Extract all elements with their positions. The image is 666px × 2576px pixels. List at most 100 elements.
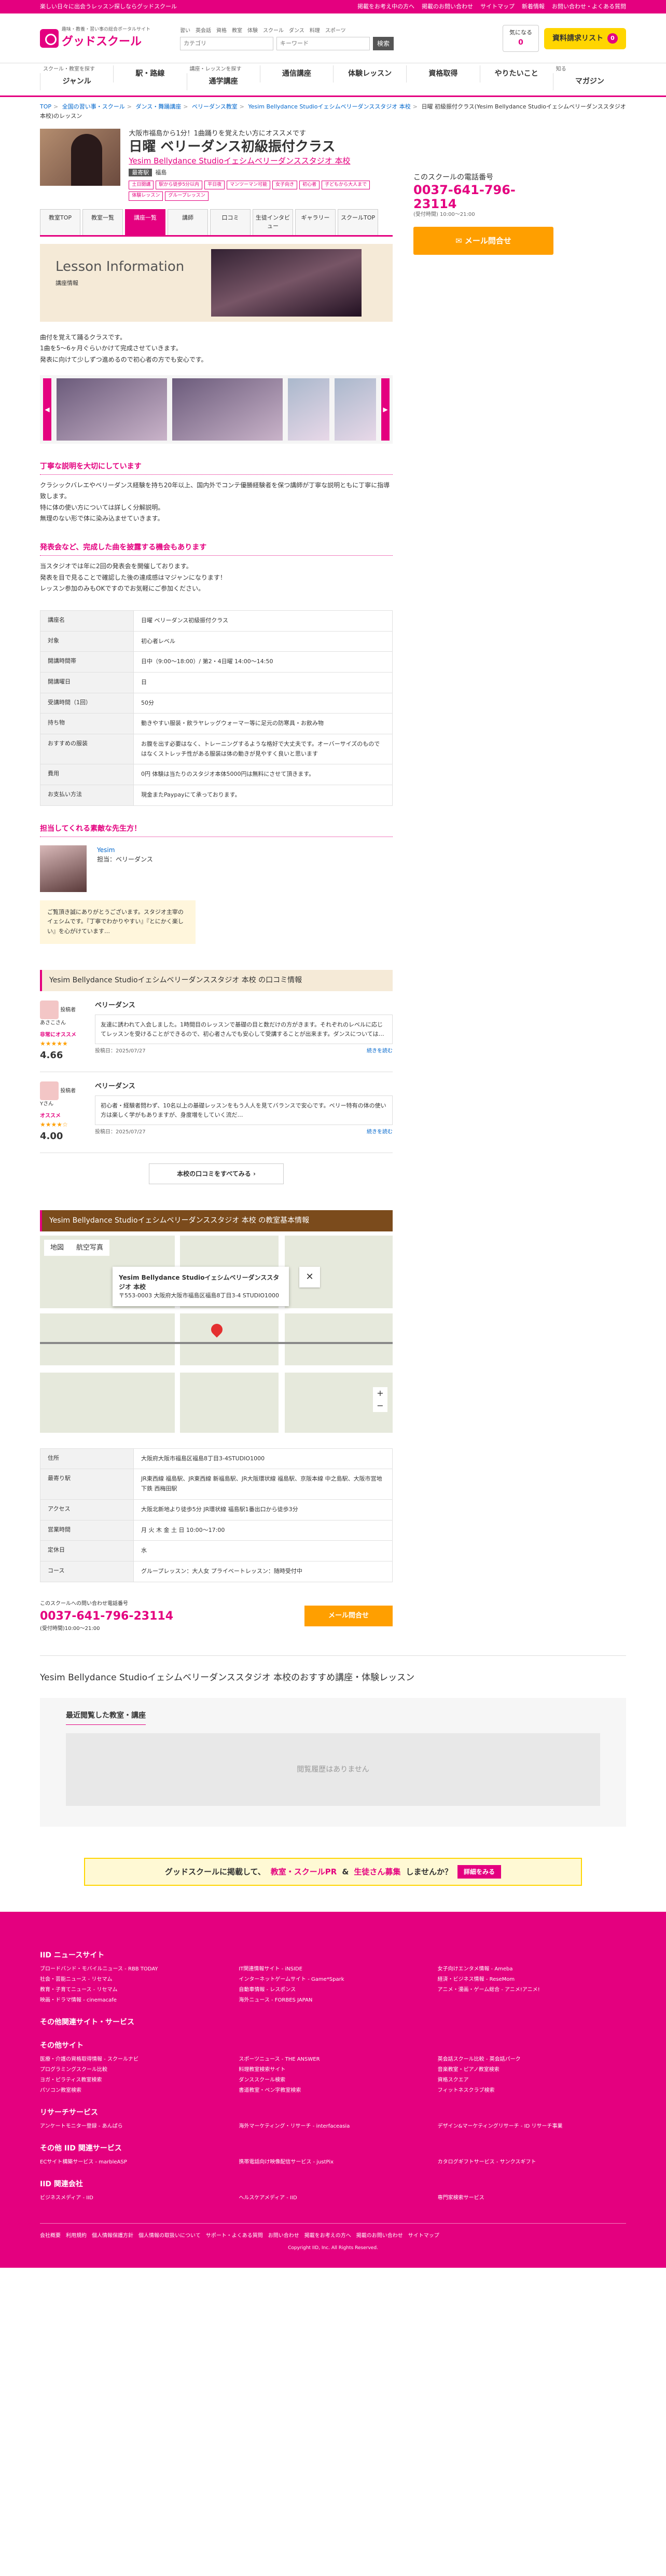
search-cat[interactable]: 教室 [232, 27, 242, 35]
footer-bottom-link[interactable]: 個人情報の取扱いについて [138, 2232, 201, 2240]
search-cat[interactable]: 料理 [310, 27, 320, 35]
all-reviews-button[interactable]: 本校の口コミをすべてみる › [149, 1163, 284, 1184]
footer-bottom-link[interactable]: サポート・よくある質問 [206, 2232, 263, 2240]
gallery-photo[interactable] [57, 378, 167, 441]
footer-link[interactable]: スポーツニュース - THE ANSWER [239, 2056, 427, 2064]
footer-link[interactable]: ヘルスケアメディア - IID [239, 2194, 427, 2202]
tab-reviews[interactable]: 口コミ [210, 209, 251, 235]
footer-link[interactable]: 映画・ドラマ情報 - cinemacafe [40, 1996, 228, 2005]
review-more-link[interactable]: 続きを読む [367, 1128, 393, 1136]
footer-link[interactable]: カタログギフトサービス - サンクスギフト [438, 2158, 626, 2167]
search-cat[interactable]: 体験 [247, 27, 258, 35]
search-cat[interactable]: スクール [263, 27, 284, 35]
footer-link[interactable]: プログラミングスクール比較 [40, 2066, 228, 2074]
keyword-input[interactable] [276, 36, 370, 50]
footer-link[interactable]: 医療・介護の資格取得情報 - スクールナビ [40, 2056, 228, 2064]
site-logo[interactable]: 趣味・教養・習い事の総合ポータルサイト グッドスクール [40, 26, 180, 51]
footer-bottom-link[interactable]: 個人情報保護方針 [92, 2232, 133, 2240]
zoom-out-button[interactable]: − [373, 1400, 387, 1412]
footer-link[interactable]: 書道教室・ペン字教室検索 [239, 2087, 427, 2095]
search-cat[interactable]: スポーツ [325, 27, 346, 35]
footer-link[interactable]: デザイン&マーケティングリサーチ - ID リサーチ事業 [438, 2122, 626, 2131]
footer-link[interactable]: フィットネスクラブ検索 [438, 2087, 626, 2095]
contact-phone[interactable]: 0037-641-796-23114 [40, 1608, 173, 1625]
footer-link[interactable]: 資格スクエア [438, 2076, 626, 2085]
footer-link[interactable]: 経済・ビジネス情報 - ReseMom [438, 1976, 626, 1984]
footer-link[interactable]: 社会・芸能ニュース - リセマム [40, 1976, 228, 1984]
search-cat[interactable]: ダンス [289, 27, 304, 35]
top-link[interactable]: 新着情報 [522, 3, 545, 11]
footer-bottom-link[interactable]: 会社概要 [40, 2232, 61, 2240]
map-tab-map[interactable]: 地図 [44, 1240, 70, 1256]
footer-link[interactable]: 教育・子育てニュース - リセマム [40, 1986, 228, 1994]
gallery-photo[interactable] [335, 378, 376, 441]
gnav-commute[interactable]: 講座・レッスンを探す 通学講座 [186, 63, 260, 95]
tab-teacher[interactable]: 講師 [168, 209, 208, 235]
breadcrumb-link[interactable]: TOP [40, 103, 51, 110]
tab-gallery[interactable]: ギャラリー [295, 209, 336, 235]
gallery-photo[interactable] [288, 378, 329, 441]
footer-link[interactable]: 携帯電話向け映像配信サービス - justPix [239, 2158, 427, 2167]
footer-bottom-link[interactable]: お問い合わせ [268, 2232, 299, 2240]
footer-link[interactable]: 海外マーケティング・リサーチ - interfaceasia [239, 2122, 427, 2131]
footer-link[interactable]: ビジネスメディア - IID [40, 2194, 228, 2202]
gnav-station[interactable]: 駅・路線 [113, 63, 186, 95]
breadcrumb-link[interactable]: ベリーダンス教室 [192, 103, 238, 110]
footer-link[interactable]: IT関連情報サイト - iNSIDE [239, 1965, 427, 1974]
tab-school-list[interactable]: 教室一覧 [82, 209, 123, 235]
tab-school-home[interactable]: スクールTOP [338, 209, 378, 235]
footer-link[interactable]: 英会話スクール比較 - 英会話パーク [438, 2056, 626, 2064]
map-tab-satellite[interactable]: 航空写真 [70, 1240, 109, 1256]
search-button[interactable]: 検索 [373, 36, 394, 50]
footer-link[interactable]: ヨガ・ピラティス教室検索 [40, 2076, 228, 2085]
footer-link[interactable]: アニメ・漫画・ゲーム総合 - アニメ!アニメ! [438, 1986, 626, 1994]
footer-link[interactable]: 女子向けエンタメ情報 - Ameba [438, 1965, 626, 1974]
request-list-button[interactable]: 資料請求リスト 0 [544, 28, 626, 49]
gnav-correspondence[interactable]: 通信講座 [259, 63, 333, 95]
zoom-in-button[interactable]: + [373, 1387, 387, 1400]
footer-bottom-link[interactable]: サイトマップ [408, 2232, 439, 2240]
gallery-prev-icon[interactable]: ◀ [43, 378, 51, 441]
top-link[interactable]: お問い合わせ・よくある質問 [552, 3, 626, 11]
gnav-genre[interactable]: スクール・教室を探す ジャンル [40, 63, 113, 95]
close-icon[interactable]: ✕ [299, 1266, 320, 1287]
favorite-button[interactable]: 気になる 0 [503, 25, 539, 52]
gnav-trial[interactable]: 体験レッスン [333, 63, 406, 95]
top-link[interactable]: 掲載のお問い合わせ [422, 3, 473, 11]
footer-link[interactable]: インターネットゲームサイト - Game*Spark [239, 1976, 427, 1984]
gnav-license[interactable]: 資格取得 [406, 63, 479, 95]
tab-course-list[interactable]: 講座一覧 [125, 209, 165, 235]
footer-bottom-link[interactable]: 掲載をお考えの方へ [304, 2232, 351, 2240]
teacher-name[interactable]: Yesim [97, 846, 115, 854]
footer-link[interactable]: アンケートモニター登録 - あんぱら [40, 2122, 228, 2131]
sidebar-mail-button[interactable]: ✉ メール問合せ [413, 226, 553, 255]
footer-link[interactable]: ブロードバンド・モバイルニュース - RBB TODAY [40, 1965, 228, 1974]
footer-link[interactable]: 専門家検索サービス [438, 2194, 626, 2202]
footer-link[interactable]: ECサイト構築サービス - marbleASP [40, 2158, 228, 2167]
search-cat[interactable]: 資格 [216, 27, 227, 35]
footer-link[interactable]: 料理教室検索サイト [239, 2066, 427, 2074]
breadcrumb-link[interactable]: ダンス・舞踊講座 [135, 103, 181, 110]
review-more-link[interactable]: 続きを読む [367, 1047, 393, 1055]
gnav-magazine[interactable]: 知る マガジン [552, 63, 626, 95]
category-input[interactable] [180, 36, 273, 50]
breadcrumb-link[interactable]: Yesim Bellydance Studioイェシムベリーダンススタジオ 本校 [248, 103, 410, 110]
gallery-photo[interactable] [172, 378, 283, 441]
sidebar-phone-number[interactable]: 0037-641-796-23114 [413, 183, 553, 211]
map-pin-icon[interactable] [209, 1321, 225, 1338]
gnav-wants[interactable]: やりたいこと [479, 63, 553, 95]
footer-bottom-link[interactable]: 掲載のお問い合わせ [356, 2232, 403, 2240]
mail-inquiry-button[interactable]: メール問合せ [304, 1606, 393, 1626]
tab-school-top[interactable]: 教室TOP [40, 209, 80, 235]
teacher-avatar[interactable] [40, 845, 87, 892]
gallery-next-icon[interactable]: ▶ [381, 378, 390, 441]
search-cat[interactable]: 習い [180, 27, 190, 35]
footer-link[interactable]: 自動車情報 - レスポンス [239, 1986, 427, 1994]
footer-link[interactable]: パソコン教室検索 [40, 2087, 228, 2095]
banner-detail-button[interactable]: 詳細をみる [457, 1865, 502, 1879]
listing-banner[interactable]: グッドスクールに掲載して、 教室・スクールPR & 生徒さん募集 しませんか？ … [84, 1858, 582, 1886]
google-map[interactable]: 地図 航空写真 Yesim Bellydance Studioイェシムベリーダン… [40, 1235, 393, 1433]
top-link[interactable]: 掲載をお考え中の方へ [357, 3, 414, 11]
footer-link[interactable]: ダンススクール検索 [239, 2076, 427, 2085]
school-link[interactable]: Yesim Bellydance Studioイェシムベリーダンススタジオ 本校 [129, 156, 350, 166]
